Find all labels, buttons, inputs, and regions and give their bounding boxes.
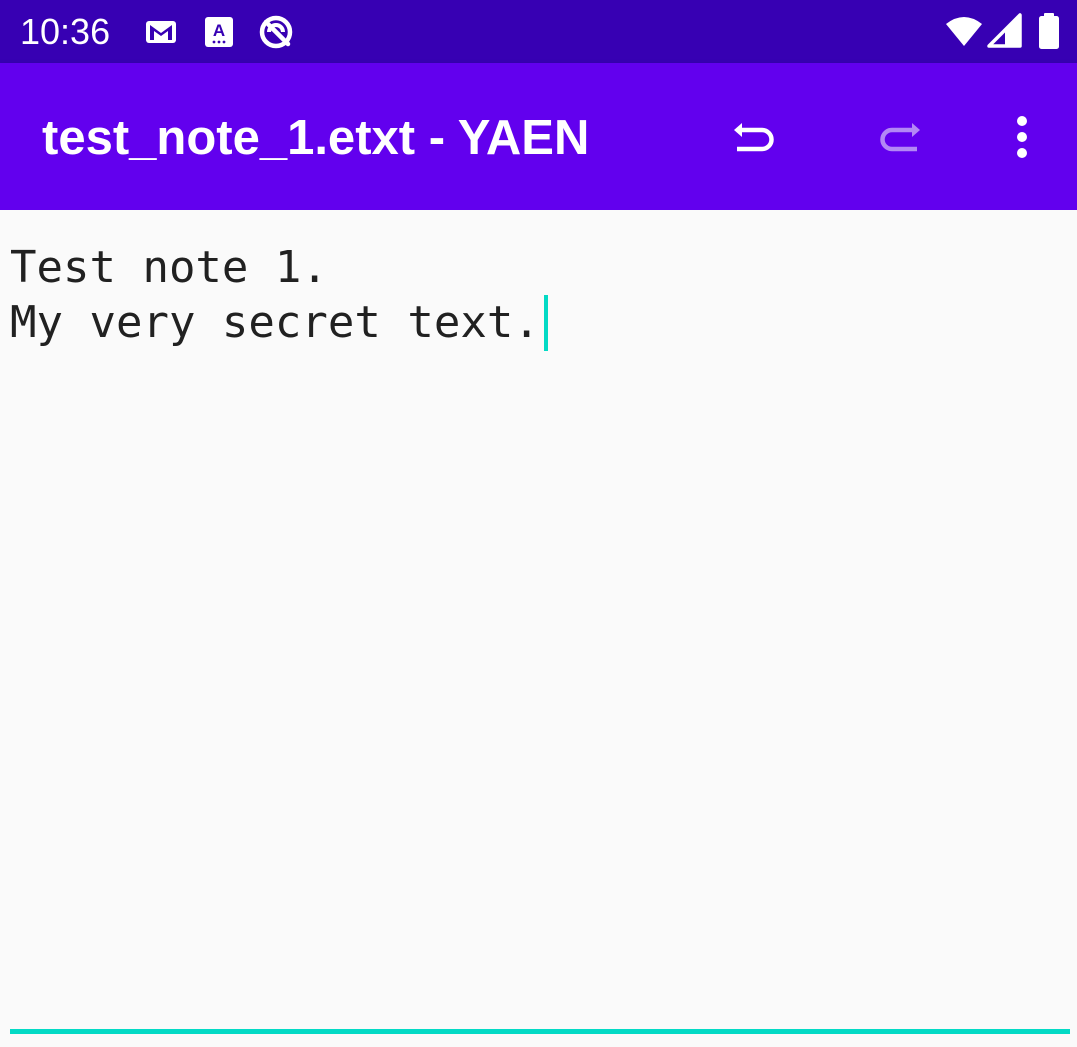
status-bar: 10:36 A: [0, 0, 1077, 63]
svg-text:A: A: [213, 21, 225, 40]
more-vert-icon: [1014, 113, 1030, 161]
signal-icon: [987, 13, 1023, 49]
screen: 10:36 A test_note_1.etxt - YAEN Test not…: [0, 0, 1077, 1047]
text-cursor: [543, 295, 548, 351]
undo-icon: [730, 113, 778, 161]
more-options-button[interactable]: [988, 103, 1056, 171]
editor-underline: [10, 1029, 1070, 1034]
app-title: test_note_1.etxt - YAEN: [42, 111, 590, 165]
note-text[interactable]: Test note 1. My very secret text.: [10, 240, 1070, 351]
note-line-1: Test note 1.: [10, 242, 328, 293]
note-line-2: My very secret text.: [10, 297, 540, 348]
gmail-icon: [143, 14, 179, 50]
no-sync-icon: [258, 14, 294, 50]
undo-button[interactable]: [720, 103, 788, 171]
wifi-icon: [944, 12, 984, 52]
app-bar: test_note_1.etxt - YAEN: [0, 63, 1077, 210]
status-time: 10:36: [20, 11, 111, 52]
redo-button[interactable]: [866, 103, 934, 171]
font-a-icon: A: [201, 14, 237, 50]
battery-icon: [1036, 12, 1062, 50]
note-editor[interactable]: Test note 1. My very secret text.: [0, 210, 1077, 1047]
redo-icon: [876, 113, 924, 161]
